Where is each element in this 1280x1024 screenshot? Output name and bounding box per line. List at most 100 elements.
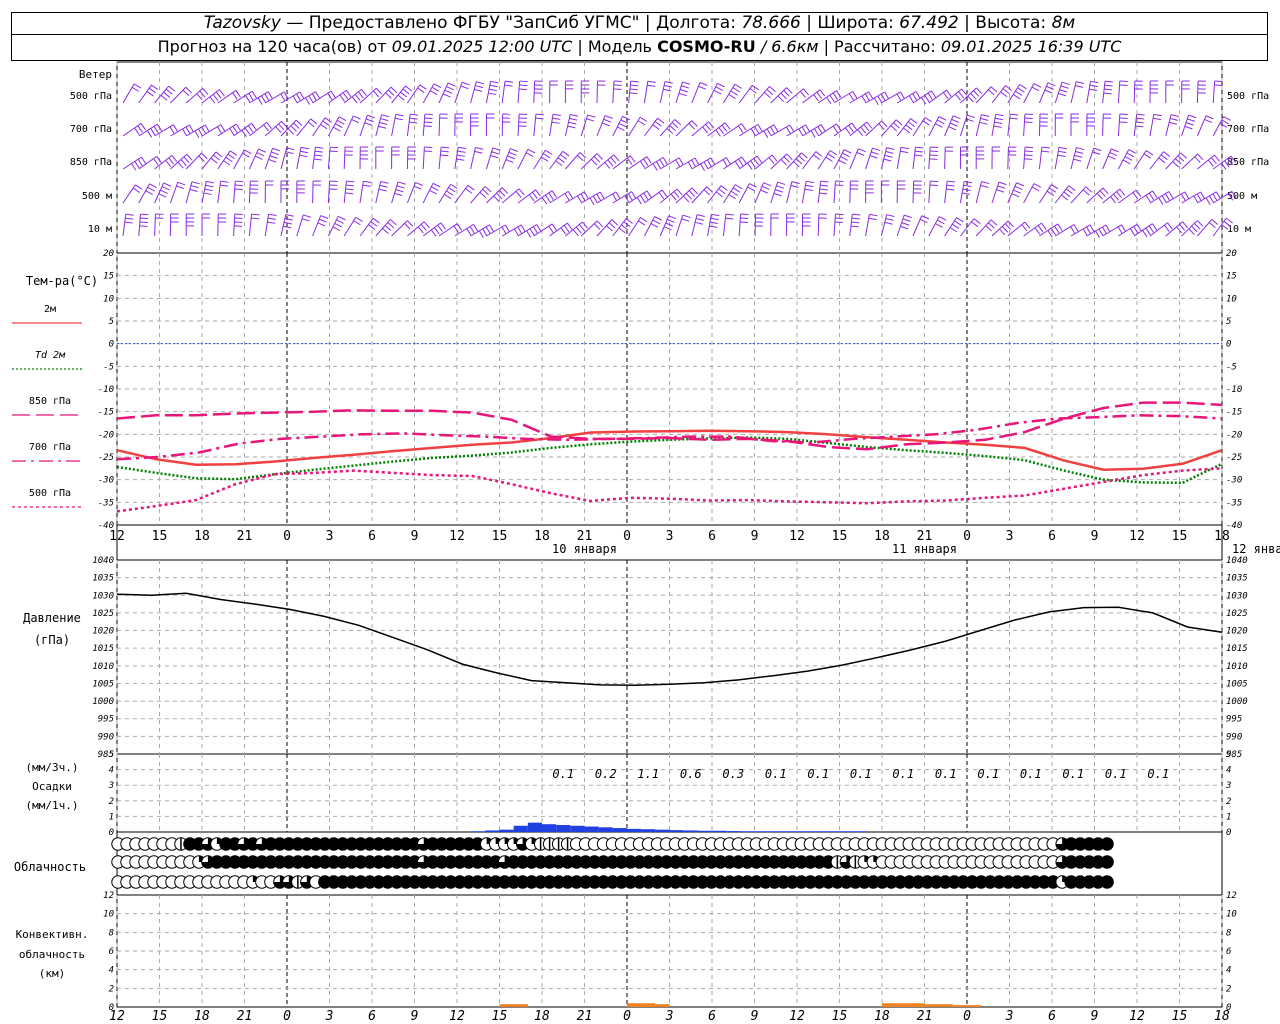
wind-barb-feather (1061, 194, 1069, 201)
wind-barb (896, 147, 902, 170)
wind-barb-feather (242, 152, 250, 158)
wind-level-label: 10 м (1227, 224, 1251, 235)
precip-bar (797, 831, 812, 832)
wind-barb-feather (329, 150, 338, 153)
wind-barb-feather (842, 152, 850, 158)
wind-barb-feather (857, 129, 864, 137)
wind-barb (1070, 147, 1077, 170)
precip-bar (655, 829, 670, 832)
wind-barb-feather (905, 124, 913, 131)
wind-barb (1102, 224, 1122, 237)
hour-tick-label: 15 (492, 529, 508, 544)
wind-barb (1070, 224, 1091, 237)
wind-barb-feather (1219, 123, 1228, 128)
wind-barb-feather (783, 156, 790, 163)
wind-barb-feather (780, 159, 787, 166)
wind-barb-feather (1126, 152, 1135, 158)
wind-barb (659, 81, 666, 104)
wind-barb (280, 147, 288, 170)
wind-barb-feather (655, 161, 662, 169)
wind-barb-feather (508, 151, 517, 156)
y-tick-label: -35 (1226, 498, 1242, 508)
wind-level-label: 500 гПа (70, 91, 112, 102)
wind-barb-feather (868, 91, 874, 99)
wind-barb-feather (718, 188, 726, 195)
wind-barb-feather (981, 181, 990, 185)
y-tick-label: 12 (1226, 891, 1237, 901)
wind-barb (770, 181, 779, 204)
y-tick-label: 1020 (1226, 627, 1248, 637)
wind-barb-feather (789, 124, 795, 133)
day-label: 11 января (892, 542, 957, 556)
y-tick-label: 1 (109, 812, 114, 822)
wind-barb-feather (1019, 84, 1027, 90)
y-tick-label: 0 (109, 828, 114, 838)
wind-barb-feather (1046, 190, 1055, 196)
wind-barb (833, 90, 853, 104)
wind-barb (122, 214, 127, 237)
wind-barb-feather (261, 95, 267, 103)
wind-barb (1038, 147, 1043, 170)
wind-barb-feather (724, 122, 731, 130)
wind-barb (549, 114, 554, 137)
wind-level-label: 500 м (82, 191, 112, 202)
wind-barb-feather (1005, 85, 1013, 91)
wind-barb-feather (962, 192, 971, 195)
wind-barb (391, 181, 399, 204)
wind-barb (248, 180, 251, 204)
wind-barb-feather (567, 191, 573, 199)
wind-barb-feather (952, 115, 961, 120)
wind-barb (343, 115, 354, 137)
y-tick-label: 995 (98, 715, 114, 725)
temperature-series-t850 (116, 401, 1223, 451)
wind-barb-feather (1033, 183, 1042, 188)
wind-barb (865, 147, 873, 170)
cloud-circle (1100, 837, 1114, 851)
wind-barb (928, 89, 947, 104)
wind-barb-feather (1177, 155, 1185, 162)
wind-barb-feather (659, 159, 665, 167)
wind-barb-feather (852, 213, 861, 216)
wind-barb-feather (190, 185, 199, 189)
wind-barb-feather (397, 181, 406, 185)
wind-barb (1007, 146, 1009, 170)
wind-barb-feather (593, 156, 601, 163)
wind-barb-feather (441, 146, 450, 149)
wind-barb (928, 116, 940, 137)
wind-barb-feather (900, 225, 909, 230)
wind-barb-feather (835, 217, 844, 220)
wind-barb-feather (485, 226, 491, 234)
wind-barb-feather (881, 120, 888, 128)
wind-barb-feather (586, 118, 595, 122)
wind-barb-feather (947, 180, 956, 183)
wind-barb-feather (1119, 121, 1128, 123)
precip-bar (712, 830, 727, 832)
wind-barb-feather (610, 157, 617, 164)
wind-barb-feather (829, 94, 835, 103)
y-tick-label: 1 (1226, 812, 1231, 822)
wind-barb-feather (515, 191, 522, 198)
wind-barb-feather (770, 126, 776, 134)
hour-tick-label: 0 (623, 1009, 631, 1024)
hour-tick-label: 12 (789, 529, 805, 544)
wind-barb (1102, 81, 1106, 104)
wind-barb-feather (131, 163, 137, 171)
wind-barb-feather (1204, 118, 1213, 123)
wind-barb-feather (1024, 221, 1031, 229)
wind-barb-feather (532, 226, 538, 234)
wind-barb-feather (345, 188, 354, 191)
y-tick-label: 8 (1226, 928, 1231, 938)
wind-barb-feather (625, 218, 633, 224)
wind-barb (833, 122, 853, 137)
wind-barb-feather (579, 152, 587, 159)
wind-barb-feather (1179, 223, 1186, 231)
wind-barb-feather (194, 130, 200, 139)
wind-barb-feather (300, 150, 309, 154)
wind-barb (833, 181, 836, 204)
wind-barb-feather (990, 86, 998, 93)
wind-barb-feather (232, 92, 238, 100)
wind-barb-feather (1188, 114, 1197, 119)
wind-barb-feather (268, 213, 277, 216)
precip-bar (598, 827, 613, 832)
wind-barb (533, 223, 553, 237)
